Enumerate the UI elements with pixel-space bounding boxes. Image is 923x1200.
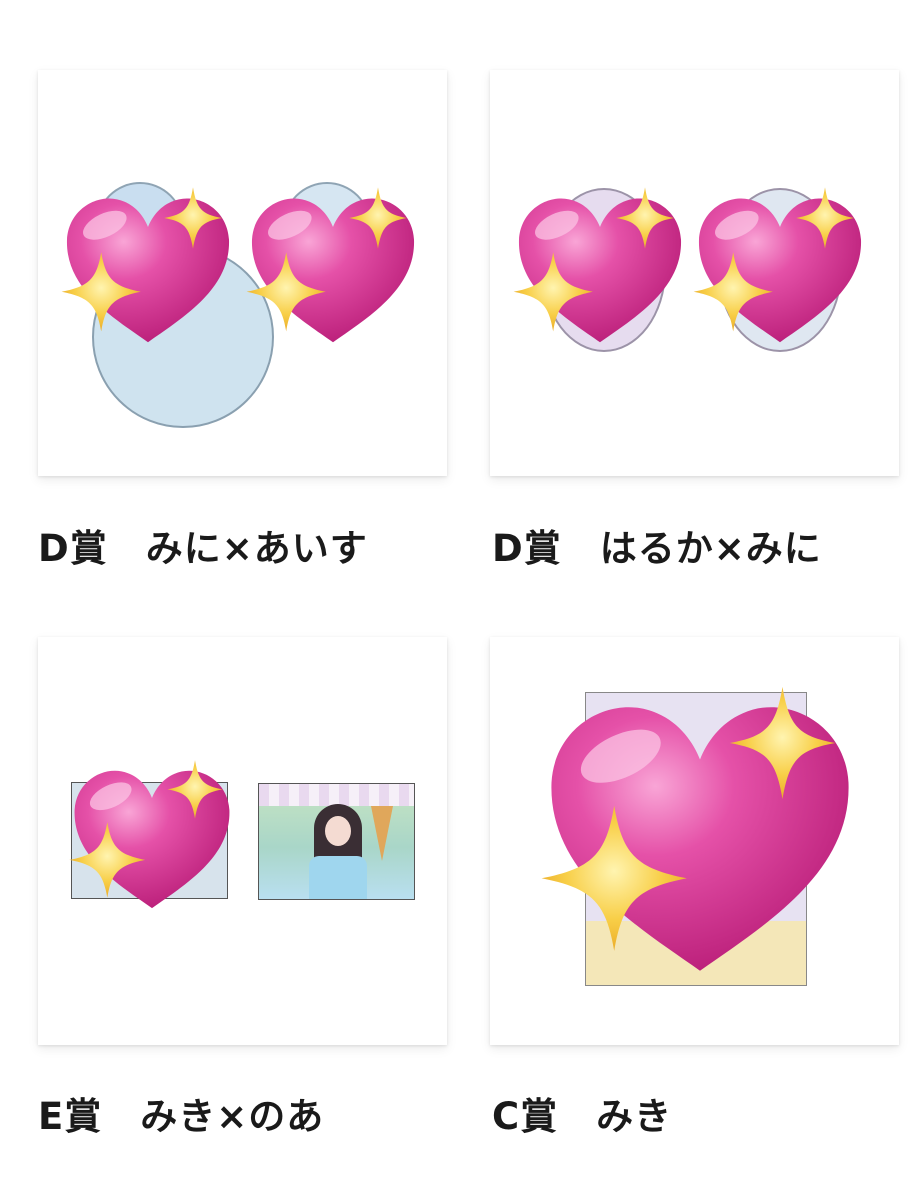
prize-caption: D賞 はるか×みに xyxy=(492,527,822,570)
photo-cone xyxy=(371,806,393,861)
prize-caption: C賞 みき xyxy=(492,1095,673,1138)
sparkling-heart-icon xyxy=(243,182,423,362)
photo-stripes xyxy=(259,784,414,806)
prize-card-c-miki[interactable] xyxy=(490,637,899,1045)
sparkling-heart-icon xyxy=(58,182,238,362)
photo-card-right xyxy=(258,783,415,900)
sparkling-heart-icon xyxy=(510,182,690,362)
prize-card-e-miki-noa[interactable] xyxy=(38,637,447,1045)
prize-card-d-mini-aisu[interactable] xyxy=(38,70,447,476)
sparkling-heart-icon xyxy=(690,182,870,362)
sparkling-heart-icon xyxy=(66,755,238,927)
prize-caption: E賞 みき×のあ xyxy=(38,1095,325,1138)
sparkling-heart-icon xyxy=(535,677,865,1007)
prize-caption: D賞 みに×あいす xyxy=(38,527,368,570)
photo-dress xyxy=(309,856,367,899)
photo-face xyxy=(325,816,351,846)
prize-card-d-haruka-mini[interactable] xyxy=(490,70,899,476)
